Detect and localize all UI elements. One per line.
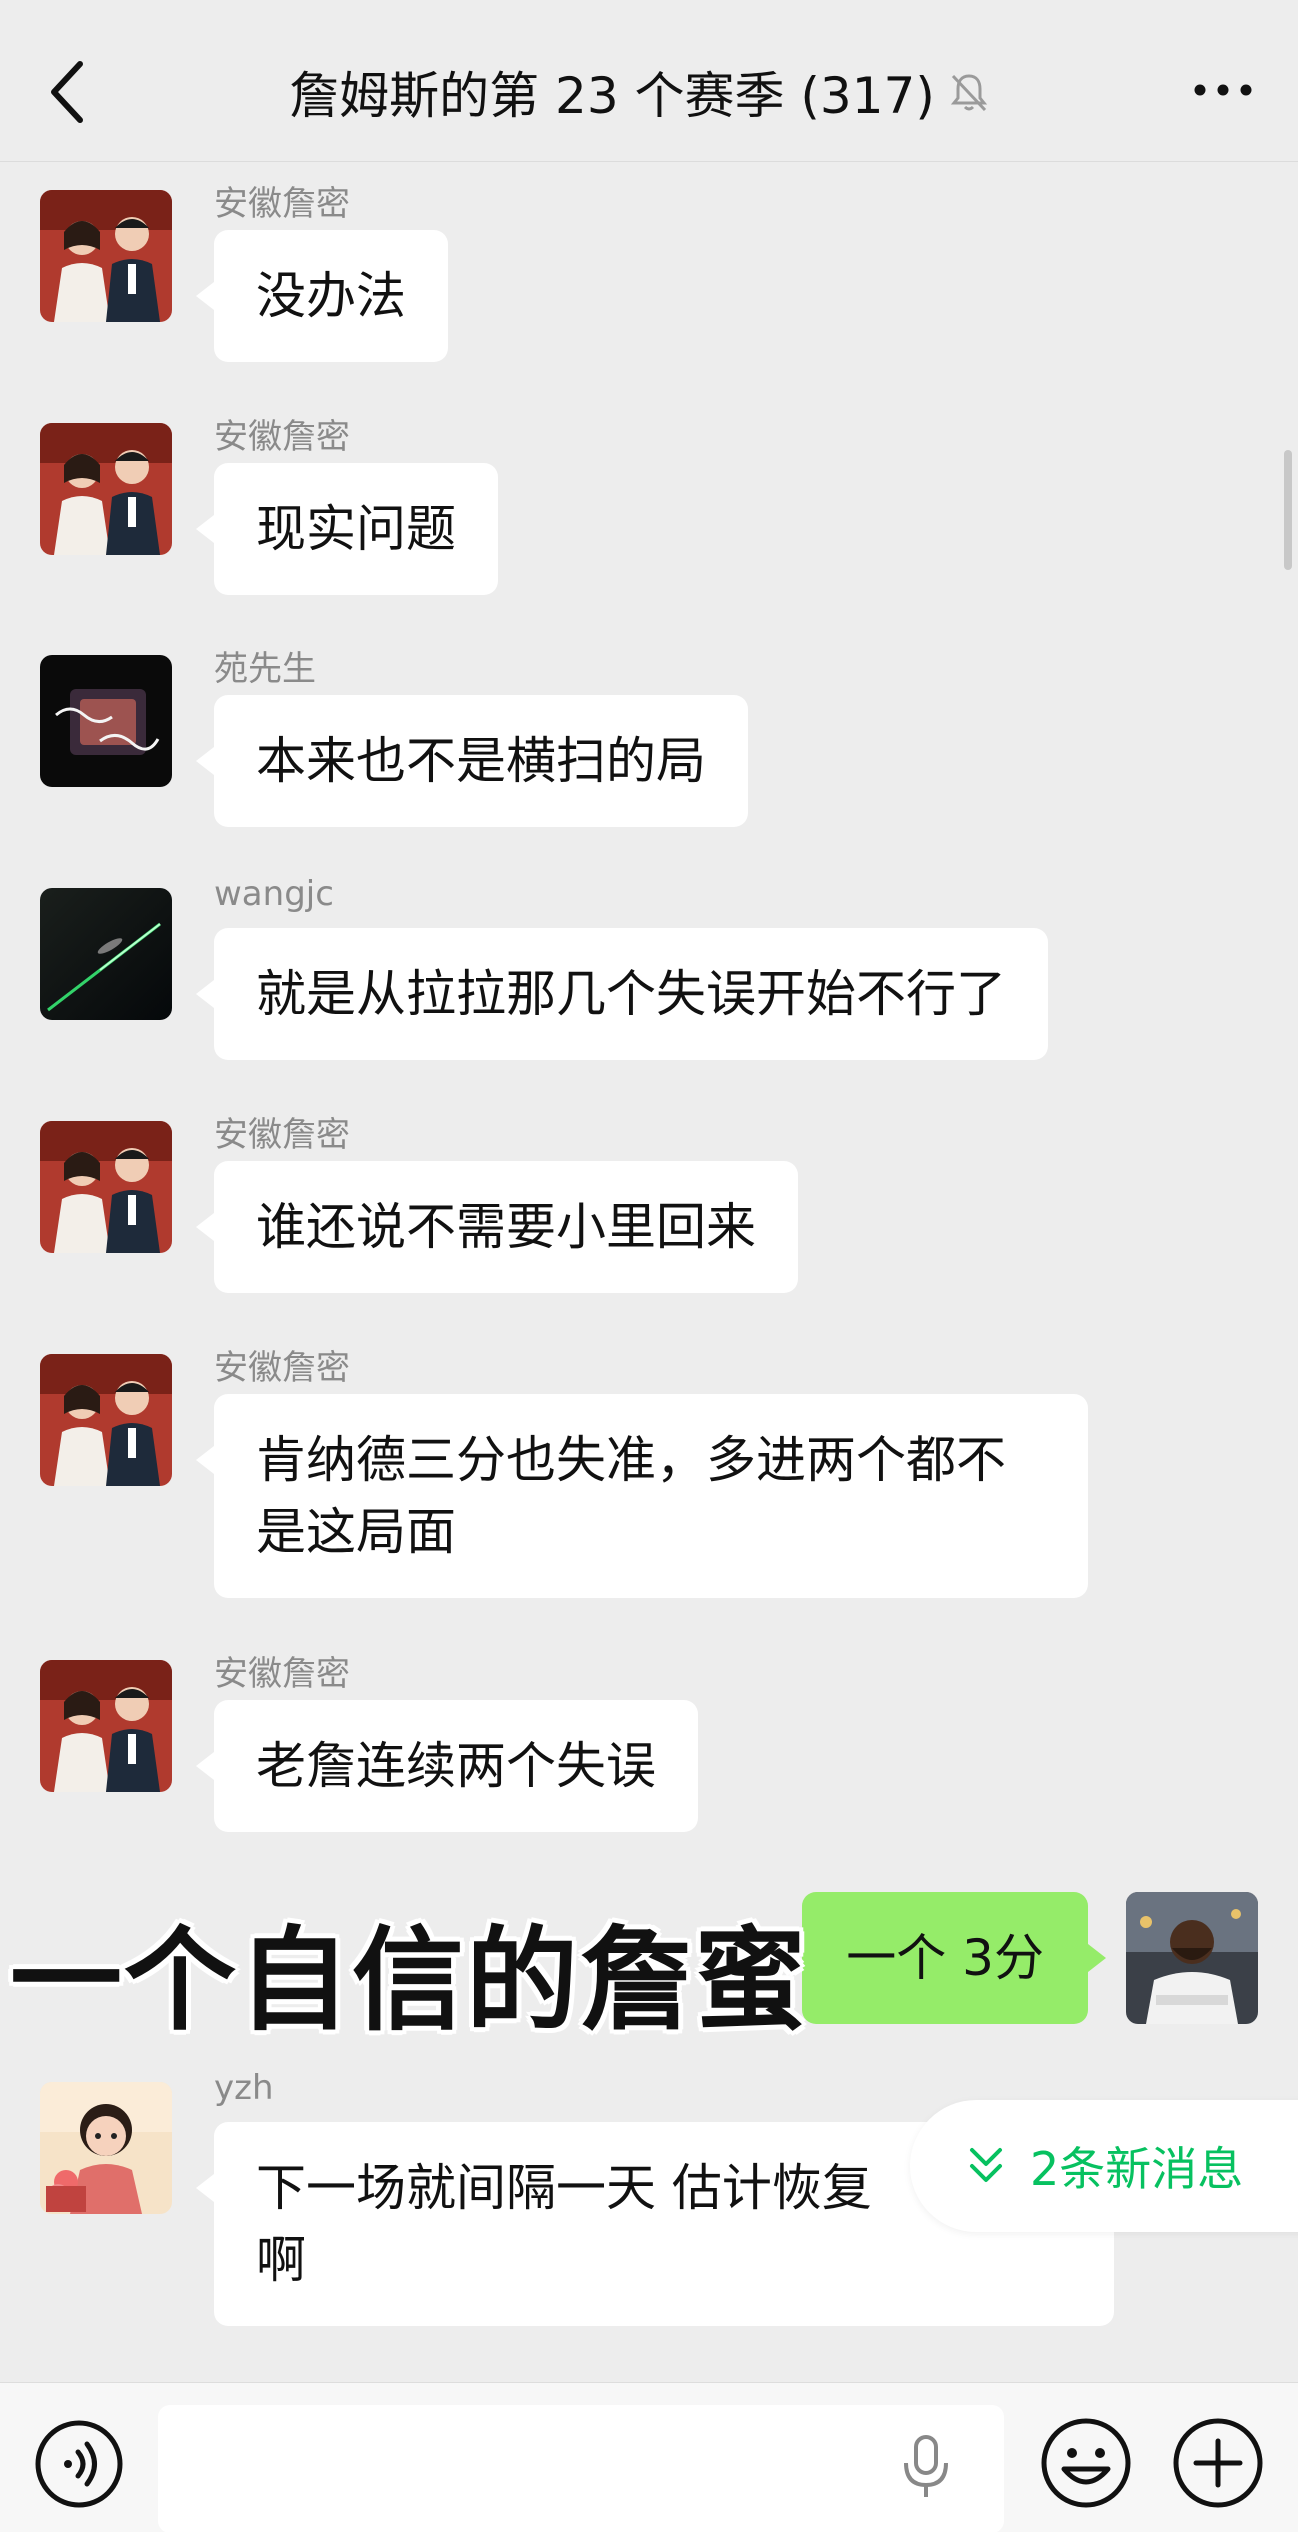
input-bar (0, 2382, 1298, 2532)
couple-photo-avatar-icon (40, 190, 172, 322)
emoji-button[interactable] (1040, 2417, 1132, 2509)
sender-name: 苑先生 (214, 649, 316, 689)
scrollbar[interactable] (1284, 450, 1292, 570)
couple-photo-avatar-icon (40, 423, 172, 555)
message-bubble[interactable]: 老詹连续两个失误 (196, 1700, 698, 1832)
more-button[interactable] (1188, 60, 1258, 120)
couple-photo-avatar-icon (40, 1121, 172, 1253)
message-line: 啊 (256, 2231, 306, 2289)
voice-mode-button[interactable] (34, 2419, 124, 2509)
message-bubble[interactable]: 现实问题 (196, 463, 498, 595)
sender-name: wangjc (214, 874, 334, 914)
message-bubble[interactable]: 肯纳德三分也失准，多进两个都不 是这局面 (196, 1394, 1088, 1598)
voice-icon (35, 2420, 123, 2508)
mute-bell-icon (950, 74, 987, 112)
message-bubble[interactable]: 没办法 (196, 230, 448, 362)
chat-header: 詹姆斯的第 23 个赛季 (317) (0, 0, 1298, 162)
double-chevron-down-icon (970, 2148, 1002, 2182)
sender-name: 安徽詹密 (214, 1115, 350, 1155)
sender-name: 安徽詹密 (214, 184, 350, 224)
new-messages-label: 2条新消息 (1030, 2142, 1244, 2196)
back-button[interactable] (40, 52, 100, 132)
avatar[interactable] (40, 190, 172, 322)
sender-name: 安徽詹密 (214, 417, 350, 457)
avatar[interactable] (40, 1660, 172, 1792)
avatar[interactable] (40, 423, 172, 555)
comet-avatar-icon (40, 888, 172, 1020)
new-messages-button[interactable]: 2条新消息 (910, 2100, 1298, 2232)
cartoon-girl-avatar-icon (40, 2082, 172, 2214)
sender-name: 安徽詹密 (214, 1348, 350, 1388)
message-bubble[interactable]: 就是从拉拉那几个失误开始不行了 (196, 928, 1048, 1060)
self-avatar[interactable] (1126, 1892, 1258, 2024)
avatar[interactable] (40, 655, 172, 787)
sender-name: yzh (214, 2068, 274, 2108)
mic-icon (904, 2435, 948, 2497)
more-actions-button[interactable] (1172, 2417, 1264, 2509)
couple-photo-avatar-icon (40, 1354, 172, 1486)
calligraphy-avatar-icon (40, 655, 172, 787)
plus-icon (1173, 2418, 1263, 2508)
emoji-icon (1041, 2418, 1131, 2508)
message-bubble[interactable]: 谁还说不需要小里回来 (196, 1161, 798, 1293)
sender-name: 安徽詹密 (214, 1654, 350, 1694)
more-icon (1194, 84, 1252, 96)
couple-photo-avatar-icon (40, 1660, 172, 1792)
avatar[interactable] (40, 888, 172, 1020)
mic-button[interactable] (896, 2433, 956, 2501)
chat-title-area[interactable]: 詹姆斯的第 23 个赛季 (317) (200, 52, 1080, 132)
message-bubble[interactable]: 本来也不是横扫的局 (196, 695, 748, 827)
avatar[interactable] (40, 1121, 172, 1253)
back-icon (51, 61, 83, 123)
message-line: 肯纳德三分也失准，多进两个都不 (256, 1431, 1006, 1489)
overlay-caption: 一个自信的詹蜜 (10, 1916, 808, 2046)
man-photo-avatar-icon (1126, 1892, 1258, 2024)
self-message-bubble[interactable]: 一个 3分 (802, 1892, 1106, 2024)
chat-title: 詹姆斯的第 23 个赛季 (317) (289, 67, 935, 125)
avatar[interactable] (40, 1354, 172, 1486)
message-line: 是这局面 (256, 1503, 456, 1561)
avatar[interactable] (40, 2082, 172, 2214)
message-input[interactable] (158, 2405, 1004, 2532)
